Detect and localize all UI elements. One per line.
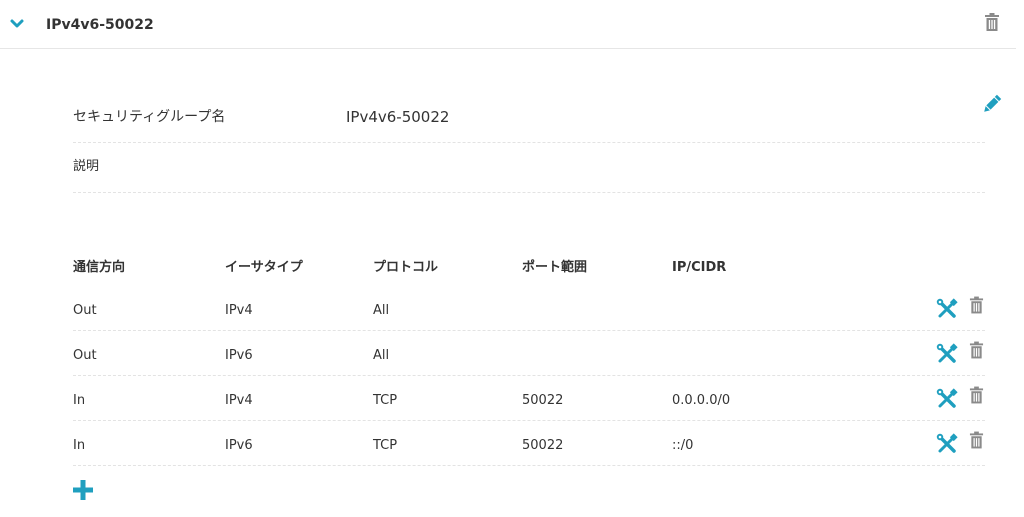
protocol-cell: All bbox=[373, 303, 390, 318]
name-field-row: セキュリティグループ名 IPv4v6-50022 bbox=[73, 96, 985, 143]
ethertype-cell: IPv4 bbox=[225, 303, 253, 318]
ip-cidr-cell: ::/0 bbox=[672, 438, 694, 453]
direction-cell: Out bbox=[73, 348, 97, 363]
security-group-header: IPv4v6-50022 bbox=[0, 0, 1016, 49]
column-header-ip-cidr: IP/CIDR bbox=[672, 260, 727, 275]
protocol-cell: All bbox=[373, 348, 390, 363]
column-header-ethertype: イーサタイプ bbox=[225, 260, 303, 275]
ethertype-cell: IPv4 bbox=[225, 393, 253, 408]
table-row: In IPv6 TCP 50022 ::/0 bbox=[73, 421, 985, 466]
protocol-cell: TCP bbox=[373, 393, 398, 408]
rules-table: 通信方向 イーサタイプ プロトコル ポート範囲 IP/CIDR Out IPv4… bbox=[73, 252, 985, 466]
table-row: In IPv4 TCP 50022 0.0.0.0/0 bbox=[73, 376, 985, 421]
table-row: Out IPv4 All bbox=[73, 286, 985, 331]
rules-table-header: 通信方向 イーサタイプ プロトコル ポート範囲 IP/CIDR bbox=[73, 252, 985, 286]
wrench-screwdriver-icon[interactable] bbox=[936, 433, 958, 455]
wrench-screwdriver-icon[interactable] bbox=[936, 298, 958, 320]
wrench-screwdriver-icon[interactable] bbox=[936, 343, 958, 365]
trash-icon[interactable] bbox=[969, 431, 984, 449]
column-header-port-range: ポート範囲 bbox=[522, 260, 588, 275]
chevron-down-icon[interactable] bbox=[8, 16, 26, 32]
trash-icon[interactable] bbox=[969, 296, 984, 314]
column-header-direction: 通信方向 bbox=[73, 260, 126, 275]
plus-icon[interactable] bbox=[73, 480, 93, 500]
trash-icon[interactable] bbox=[969, 341, 984, 359]
table-row: Out IPv6 All bbox=[73, 331, 985, 376]
protocol-cell: TCP bbox=[373, 438, 398, 453]
security-group-name-label: セキュリティグループ名 bbox=[73, 109, 226, 125]
direction-cell: Out bbox=[73, 303, 97, 318]
ip-cidr-cell: 0.0.0.0/0 bbox=[672, 393, 731, 408]
trash-icon[interactable] bbox=[984, 13, 1000, 31]
ethertype-cell: IPv6 bbox=[225, 348, 253, 363]
security-group-name-value: IPv4v6-50022 bbox=[346, 108, 450, 126]
direction-cell: In bbox=[73, 393, 86, 408]
security-group-panel: IPv4v6-50022 セキュリティグループ名 IPv4v6-50022 説明… bbox=[0, 0, 1024, 517]
trash-icon[interactable] bbox=[969, 386, 984, 404]
port-range-cell: 50022 bbox=[522, 438, 564, 453]
wrench-screwdriver-icon[interactable] bbox=[936, 388, 958, 410]
port-range-cell: 50022 bbox=[522, 393, 564, 408]
direction-cell: In bbox=[73, 438, 86, 453]
description-field-row: 説明 bbox=[73, 143, 985, 193]
ethertype-cell: IPv6 bbox=[225, 438, 253, 453]
description-label: 説明 bbox=[73, 159, 100, 174]
column-header-protocol: プロトコル bbox=[373, 260, 439, 275]
security-group-title[interactable]: IPv4v6-50022 bbox=[46, 16, 154, 34]
